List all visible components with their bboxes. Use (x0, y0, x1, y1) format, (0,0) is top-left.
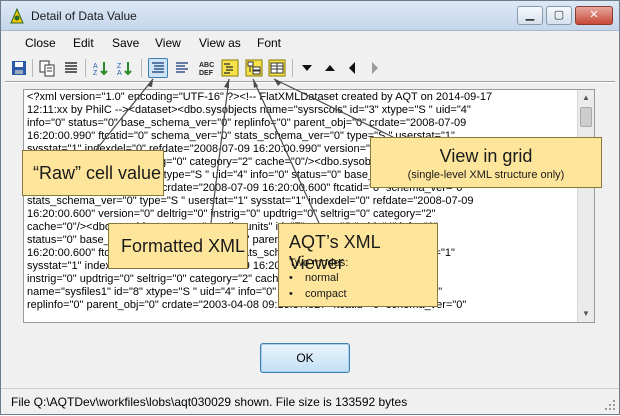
arrow-left-icon[interactable] (342, 58, 362, 78)
svg-text:A: A (93, 63, 98, 70)
scroll-thumb[interactable] (580, 107, 592, 127)
callout-grid-subtitle: (single-level XML structure only) (407, 169, 565, 181)
callout-formatted: Formatted XML (108, 223, 248, 269)
callout-raw-title: “Raw” cell value (33, 163, 162, 183)
formatted-xml-icon[interactable] (220, 58, 240, 78)
resize-grip-icon[interactable] (605, 400, 615, 410)
menu-view-as[interactable]: View as (199, 36, 241, 50)
callout-grid-title: View in grid (439, 146, 533, 166)
status-text: File Q:\AQTDev\workfiles\lobs\aqt030029 … (11, 395, 408, 409)
callout-grid: View in grid (single-level XML structure… (370, 137, 602, 188)
abc-def-icon[interactable]: ABC DEF (197, 58, 217, 78)
toolbar-separator (32, 59, 33, 77)
toolbar-separator (85, 59, 86, 77)
svg-text:DEF: DEF (199, 70, 214, 77)
arrow-right-icon[interactable] (365, 58, 385, 78)
menu-font[interactable]: Font (257, 36, 281, 50)
callout-raw: “Raw” cell value (22, 150, 164, 196)
grid-view-icon[interactable] (267, 58, 287, 78)
xml-viewer-icon[interactable] (244, 58, 264, 78)
svg-text:Z: Z (93, 70, 98, 77)
raw-view-icon[interactable] (148, 58, 168, 78)
ok-button[interactable]: OK (260, 343, 350, 373)
app-icon (10, 8, 24, 24)
vertical-scrollbar[interactable]: ▲ ▼ (577, 90, 594, 322)
menu-view[interactable]: View (155, 36, 181, 50)
toolbar-separator (292, 59, 293, 77)
sort-descending-icon[interactable]: ZA (115, 58, 135, 78)
title-bar[interactable]: Detail of Data Value ▁ ▢ ✕ (1, 1, 619, 31)
menu-bar: Close Edit Save View View as Font (1, 31, 619, 55)
xml-line: 16:20:00.600" version="0" deltrig="0" in… (27, 208, 436, 220)
callout-mode-normal: normal (305, 272, 339, 284)
svg-text:A: A (117, 70, 122, 77)
copy-icon[interactable] (37, 58, 57, 78)
toolbar: AZ ZA ABC DEF (5, 56, 615, 82)
xml-line: <?xml version="1.0" encoding="UTF-16" ?>… (27, 91, 493, 103)
callout-mode-compact: compact (305, 288, 347, 300)
svg-text:Z: Z (117, 63, 122, 70)
close-window-button[interactable]: ✕ (575, 6, 613, 25)
formatted-view-icon[interactable] (172, 58, 192, 78)
callout-xml-viewer-subtitle: Two modes: (289, 257, 349, 269)
detail-window: Detail of Data Value ▁ ▢ ✕ Close Edit Sa… (0, 0, 620, 415)
toolbar-divider (5, 81, 615, 83)
scroll-down-icon[interactable]: ▼ (578, 306, 594, 322)
save-icon[interactable] (9, 58, 29, 78)
menu-close[interactable]: Close (25, 36, 56, 50)
toolbar-separator (141, 59, 142, 77)
xml-line: stats_schema_ver="0" type="S " userstat=… (27, 195, 474, 207)
callout-xml-viewer: AQT’s XML Viewer Two modes: • normal • c… (278, 223, 438, 307)
callout-formatted-title: Formatted XML (121, 236, 246, 256)
arrow-up-icon[interactable] (320, 58, 340, 78)
xml-line: 12:11:xx by PhilC --><dataset><dbo.sysob… (27, 104, 471, 116)
arrow-down-icon[interactable] (297, 58, 317, 78)
sort-ascending-icon[interactable]: AZ (91, 58, 111, 78)
window-title: Detail of Data Value (31, 9, 137, 23)
xml-line: info="0" status="0" base_schema_ver="0" … (27, 117, 467, 129)
menu-save[interactable]: Save (112, 36, 139, 50)
maximize-button[interactable]: ▢ (546, 6, 572, 25)
svg-text:ABC: ABC (199, 62, 214, 69)
status-bar: File Q:\AQTDev\workfiles\lobs\aqt030029 … (1, 388, 619, 414)
callout-mode-bullet: • (289, 288, 293, 300)
menu-edit[interactable]: Edit (73, 36, 94, 50)
minimize-button[interactable]: ▁ (517, 6, 543, 25)
callout-mode-bullet: • (289, 272, 293, 284)
scroll-up-icon[interactable]: ▲ (578, 90, 594, 106)
wrap-icon[interactable] (61, 58, 81, 78)
